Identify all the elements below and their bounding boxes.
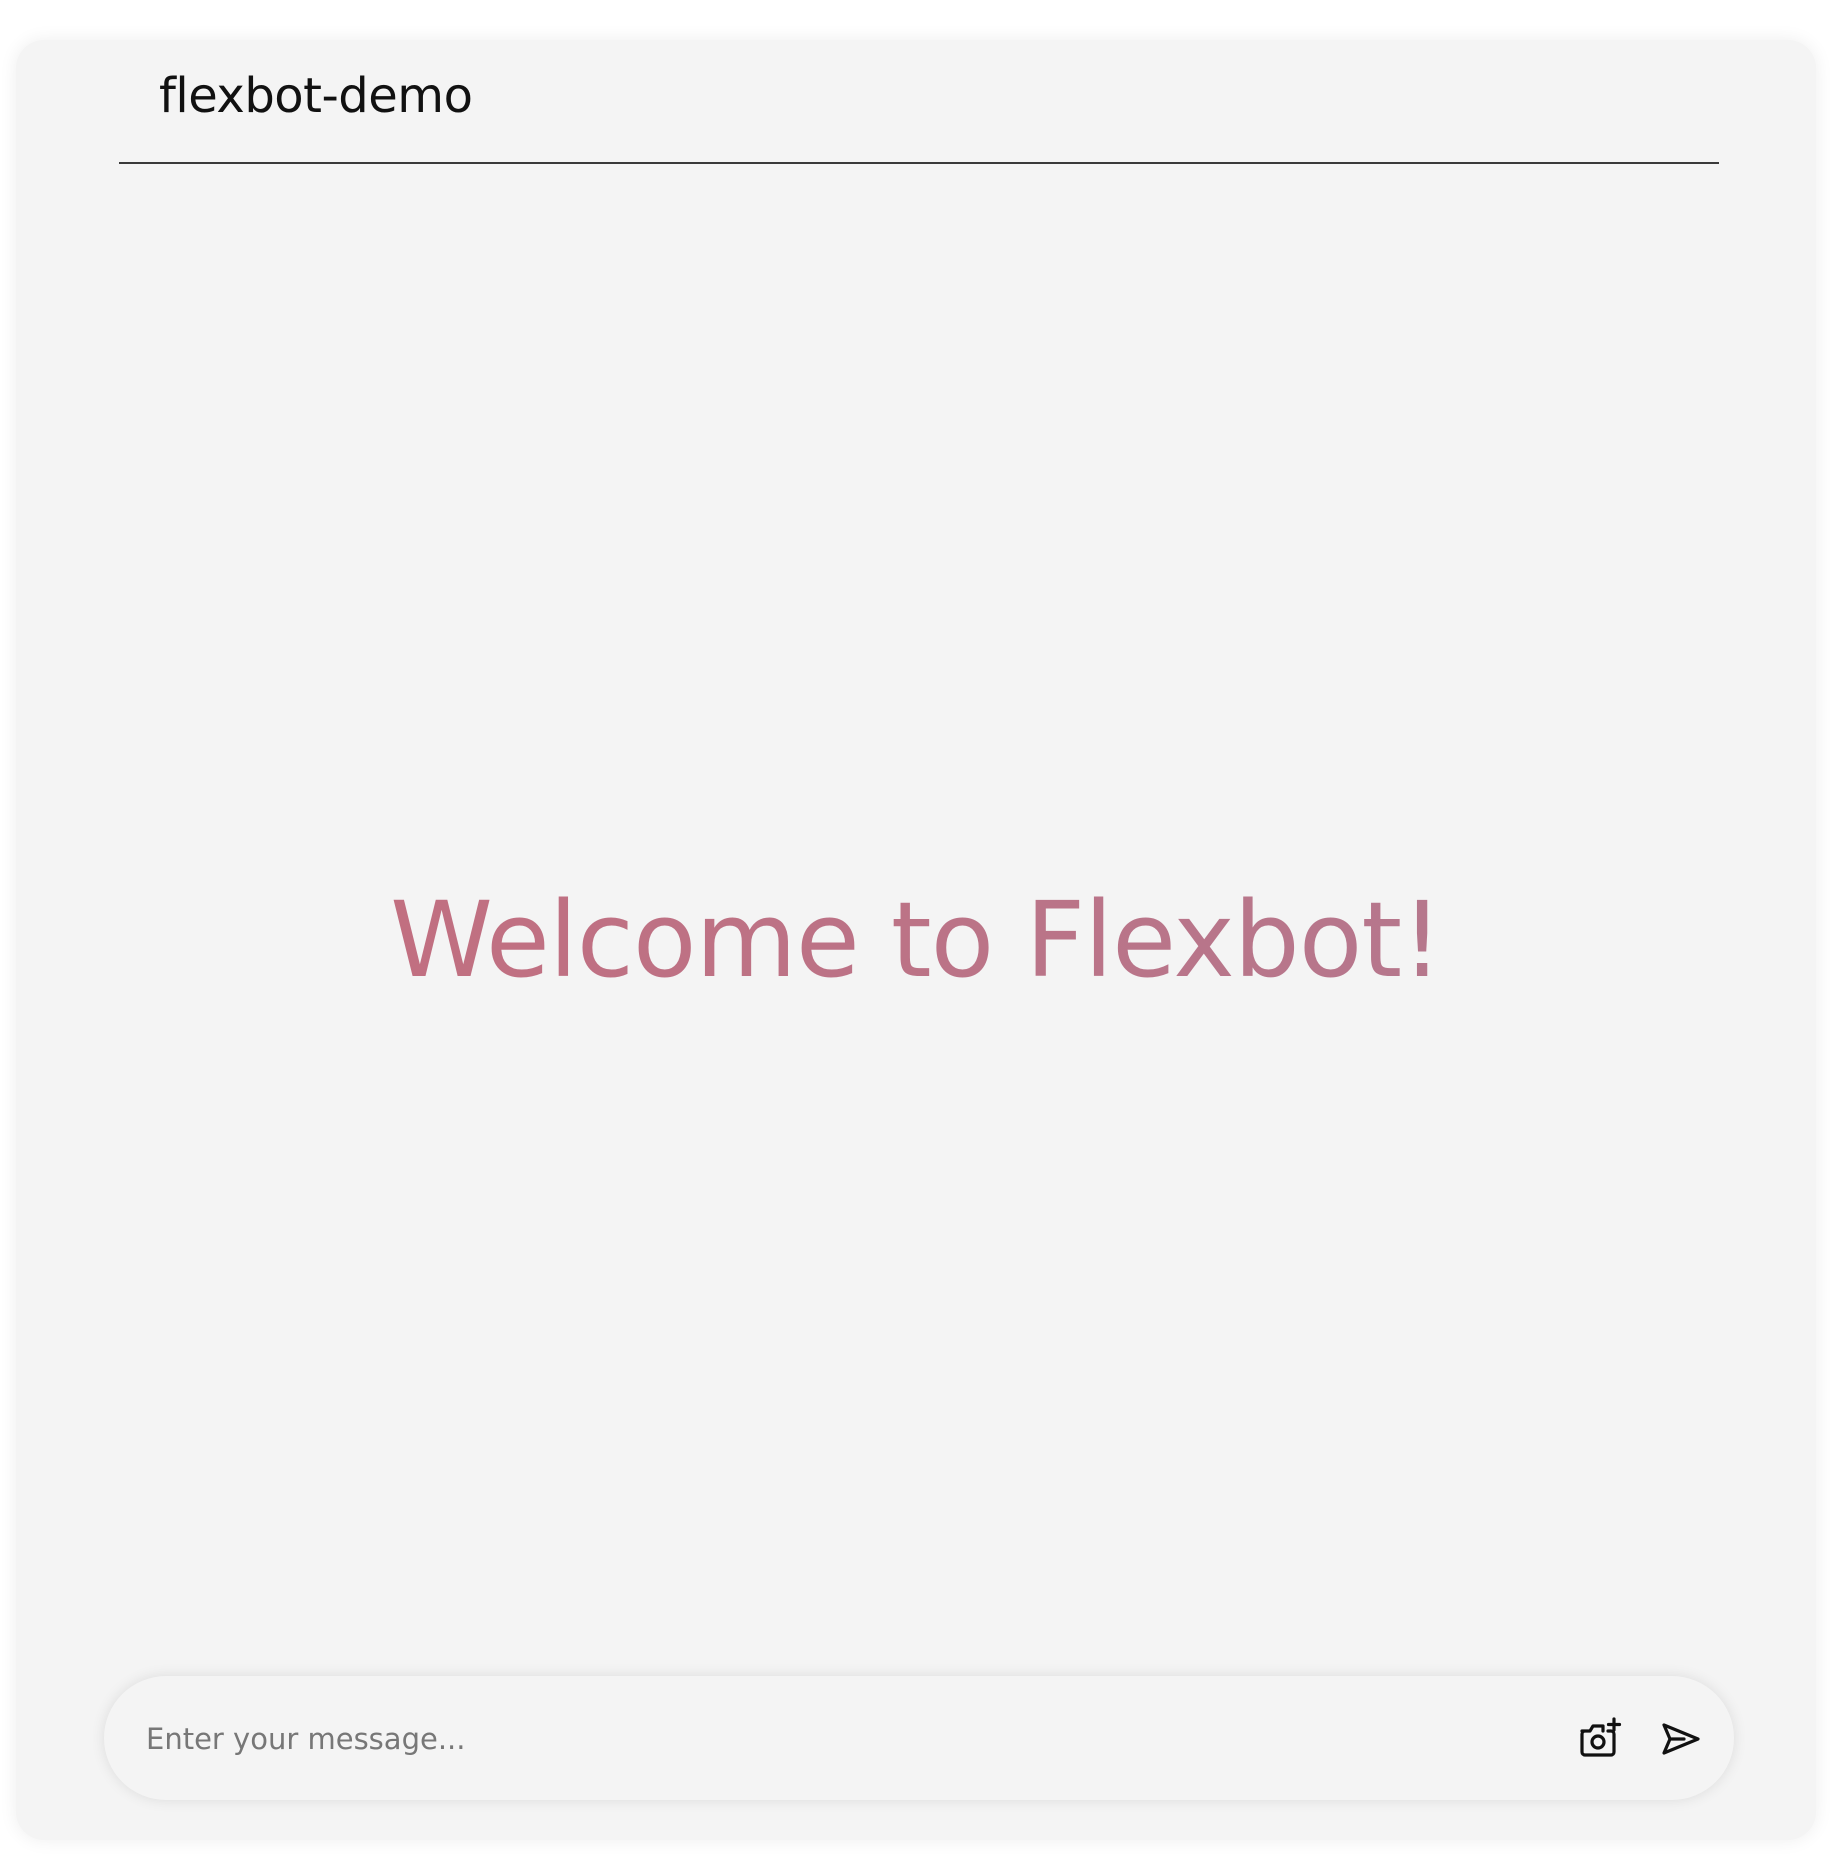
camera-plus-icon (1580, 1717, 1622, 1757)
send-button[interactable] (1656, 1714, 1706, 1764)
send-icon (1662, 1723, 1700, 1755)
attach-image-button[interactable] (1576, 1714, 1626, 1764)
app-title: flexbot-demo (159, 68, 473, 124)
message-input[interactable] (144, 1708, 1548, 1770)
message-composer (104, 1676, 1734, 1800)
welcome-message: Welcome to Flexbot! (16, 888, 1816, 992)
chat-header: flexbot-demo (119, 40, 1719, 164)
chat-panel: flexbot-demo Welcome to Flexbot! (16, 40, 1816, 1840)
